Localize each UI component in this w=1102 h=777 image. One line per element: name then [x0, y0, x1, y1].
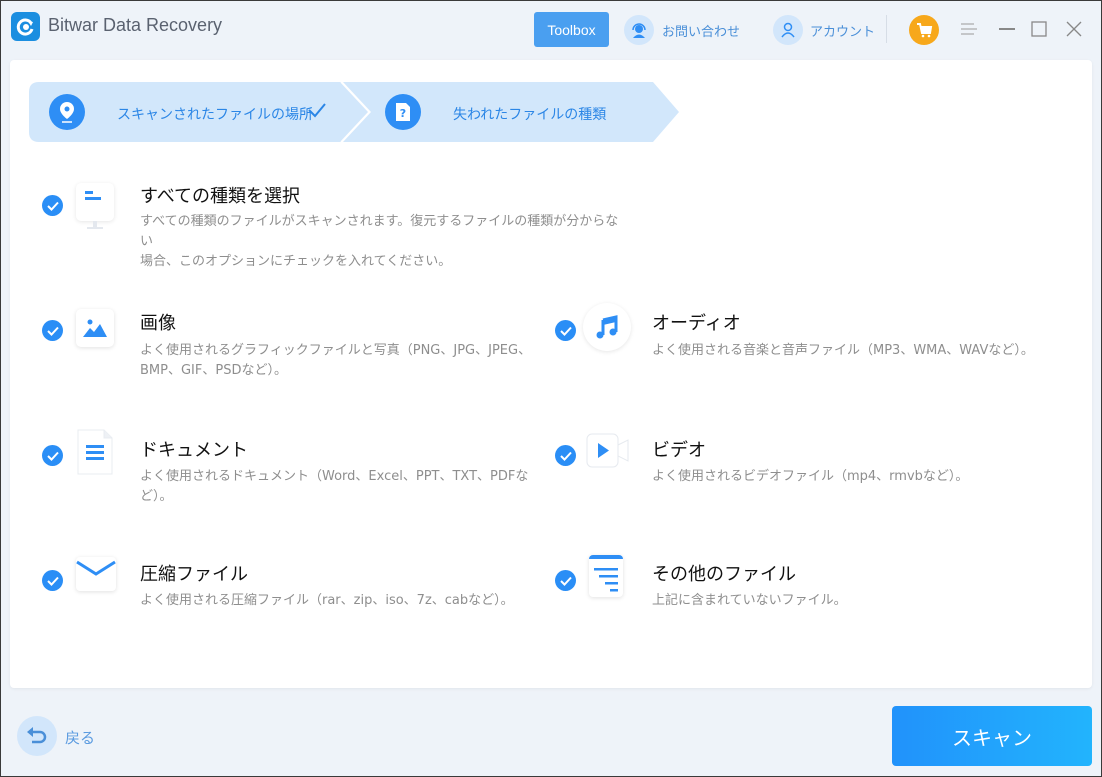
option-description-line: 場合、このオプションにチェックを入れてください。 — [140, 254, 452, 269]
contact-link[interactable]: お問い合わせ — [662, 21, 740, 40]
account-link[interactable]: アカウント — [810, 21, 875, 40]
option-description-line: よく使用されるドキュメント（Word、Excel、PPT、TXT、PDFな — [140, 469, 529, 484]
option-title: すべての種類を選択 — [140, 186, 301, 207]
option-description-line: ど）。 — [140, 489, 173, 504]
step-1-label: スキャンされたファイルの場所 — [117, 107, 313, 123]
option-description: 上記に含まれていないファイル。 — [652, 591, 1072, 611]
option-description: よく使用されるドキュメント（Word、Excel、PPT、TXT、PDFな ど）… — [140, 467, 540, 507]
monitor-icon — [76, 183, 114, 229]
support-icon[interactable] — [624, 15, 654, 45]
step-2-label: 失われたファイルの種類 — [453, 107, 607, 123]
step-progress: スキャンされたファイルの場所 ? 失われたファイルの種類 — [29, 82, 679, 142]
option-description-line: 上記に含まれていないファイル。 — [652, 593, 847, 608]
envelope-icon — [76, 557, 116, 591]
filter-list-icon — [589, 555, 623, 597]
option-description-line: よく使用されるビデオファイル（mp4、rmvbなど）。 — [652, 469, 969, 484]
option-image[interactable]: 画像 よく使用されるグラフィックファイルと写真（PNG、JPG、JPEG、 BM… — [42, 305, 531, 385]
checkbox-checked-icon[interactable] — [42, 445, 63, 466]
option-title: ビデオ — [652, 440, 706, 461]
option-title: 圧縮ファイル — [140, 564, 248, 585]
option-other[interactable]: その他のファイル 上記に含まれていないファイル。 — [555, 553, 1075, 613]
option-all-types[interactable]: すべての種類を選択 すべての種類のファイルがスキャンされます。復元するファイルの… — [42, 178, 618, 269]
svg-text:?: ? — [400, 107, 406, 120]
toolbox-button[interactable]: Toolbox — [534, 12, 609, 47]
option-description-line: よく使用されるグラフィックファイルと写真（PNG、JPG、JPEG、 — [140, 343, 532, 358]
option-title: ドキュメント — [140, 440, 248, 461]
music-note-icon — [583, 303, 631, 351]
back-icon[interactable] — [17, 716, 57, 756]
option-description: よく使用されるビデオファイル（mp4、rmvbなど）。 — [652, 467, 1072, 487]
option-title: オーディオ — [652, 313, 741, 334]
title-bar: Bitwar Data Recovery Toolbox お問い合わせ アカウン… — [1, 1, 1101, 59]
app-logo-icon — [11, 12, 40, 41]
back-button[interactable]: 戻る — [65, 727, 95, 748]
cart-icon[interactable] — [909, 15, 939, 45]
checkbox-checked-icon[interactable] — [42, 570, 63, 591]
option-description: すべての種類のファイルがスキャンされます。復元するファイルの種類が分からない 場… — [140, 212, 620, 272]
menu-icon[interactable] — [959, 19, 979, 39]
maximize-icon[interactable] — [1029, 19, 1049, 39]
minimize-icon[interactable] — [997, 19, 1017, 39]
option-title: 画像 — [140, 313, 176, 334]
header-divider — [886, 15, 887, 43]
scan-button[interactable]: スキャン — [892, 706, 1092, 766]
close-icon[interactable] — [1064, 19, 1084, 39]
option-description-line: よく使用される圧縮ファイル（rar、zip、iso、7z、cabなど）。 — [140, 593, 514, 608]
app-title: Bitwar Data Recovery — [48, 15, 223, 35]
checkbox-checked-icon[interactable] — [42, 320, 63, 341]
option-description: よく使用される圧縮ファイル（rar、zip、iso、7z、cabなど）。 — [140, 591, 540, 611]
option-title: その他のファイル — [652, 564, 796, 585]
option-video[interactable]: ビデオ よく使用されるビデオファイル（mp4、rmvbなど）。 — [555, 428, 1075, 508]
video-camera-icon — [586, 433, 630, 469]
image-icon — [76, 309, 114, 347]
option-description: よく使用されるグラフィックファイルと写真（PNG、JPG、JPEG、 BMP、G… — [140, 341, 540, 381]
option-description-line: BMP、GIF、PSDなど）。 — [140, 363, 287, 378]
user-icon[interactable] — [773, 15, 803, 45]
option-audio[interactable]: オーディオ よく使用される音楽と音声ファイル（MP3、WMA、WAVなど）。 — [555, 300, 1075, 380]
checkbox-checked-icon[interactable] — [555, 445, 576, 466]
unknown-file-icon: ? — [385, 94, 421, 130]
option-description-line: すべての種類のファイルがスキャンされます。復元するファイルの種類が分からない — [140, 214, 619, 249]
option-document[interactable]: ドキュメント よく使用されるドキュメント（Word、Excel、PPT、TXT、… — [42, 428, 528, 508]
checkbox-checked-icon[interactable] — [555, 320, 576, 341]
document-icon — [76, 428, 114, 476]
main-panel: スキャンされたファイルの場所 ? 失われたファイルの種類 すべての種類を選択 す… — [10, 60, 1092, 688]
step-complete-check-icon — [308, 103, 326, 118]
option-archive[interactable]: 圧縮ファイル よく使用される圧縮ファイル（rar、zip、iso、7z、cabな… — [42, 553, 522, 613]
checkbox-checked-icon[interactable] — [555, 570, 576, 591]
location-pin-icon — [49, 94, 85, 130]
option-description: よく使用される音楽と音声ファイル（MP3、WMA、WAVなど）。 — [652, 341, 1072, 361]
checkbox-checked-icon[interactable] — [42, 195, 63, 216]
app-window: Bitwar Data Recovery Toolbox お問い合わせ アカウン… — [1, 1, 1101, 776]
option-description-line: よく使用される音楽と音声ファイル（MP3、WMA、WAVなど）。 — [652, 343, 1034, 358]
